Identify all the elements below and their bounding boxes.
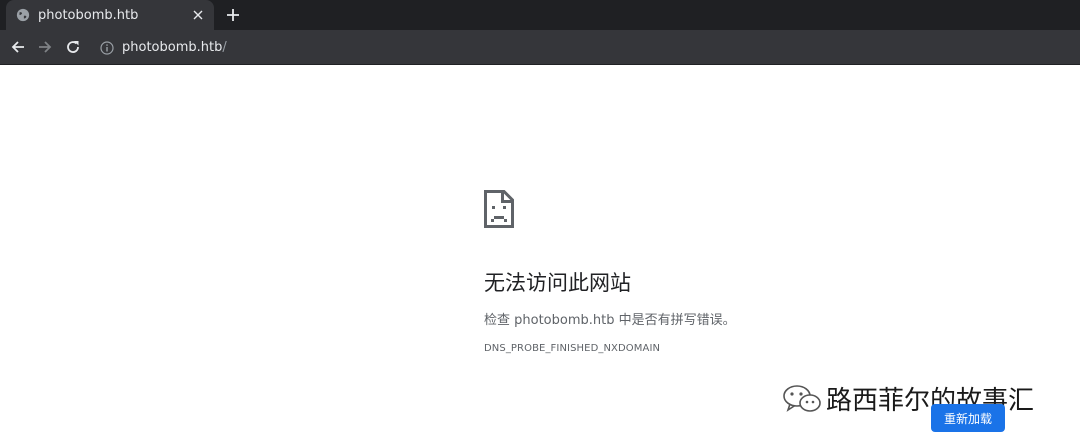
browser-tab[interactable]: photobomb.htb [6, 0, 214, 30]
reload-button[interactable]: 重新加载 [931, 404, 1005, 432]
globe-icon [16, 8, 30, 22]
tab-strip: photobomb.htb [0, 0, 1080, 30]
wechat-icon [783, 384, 821, 412]
error-page: 无法访问此网站 检查 photobomb.htb 中是否有拼写错误。 DNS_P… [0, 66, 1080, 444]
sad-page-icon [484, 190, 514, 228]
error-code: DNS_PROBE_FINISHED_NXDOMAIN [484, 343, 661, 354]
arrow-right-icon[interactable] [35, 37, 55, 57]
reload-icon[interactable] [63, 37, 83, 57]
tab-title: photobomb.htb [38, 7, 139, 23]
arrow-left-icon[interactable] [8, 37, 28, 57]
info-icon[interactable] [100, 40, 114, 55]
address-bar[interactable]: photobomb.htb/ [92, 34, 1072, 61]
url-host: photobomb.htb [122, 40, 223, 55]
error-heading: 无法访问此网站 [484, 271, 631, 295]
url-text: photobomb.htb/ [122, 40, 227, 55]
close-icon[interactable] [190, 7, 206, 23]
error-suggestion: 检查 photobomb.htb 中是否有拼写错误。 [484, 313, 736, 328]
url-path: / [222, 40, 227, 55]
browser-toolbar: photobomb.htb/ [0, 30, 1080, 65]
plus-icon[interactable] [224, 6, 242, 24]
